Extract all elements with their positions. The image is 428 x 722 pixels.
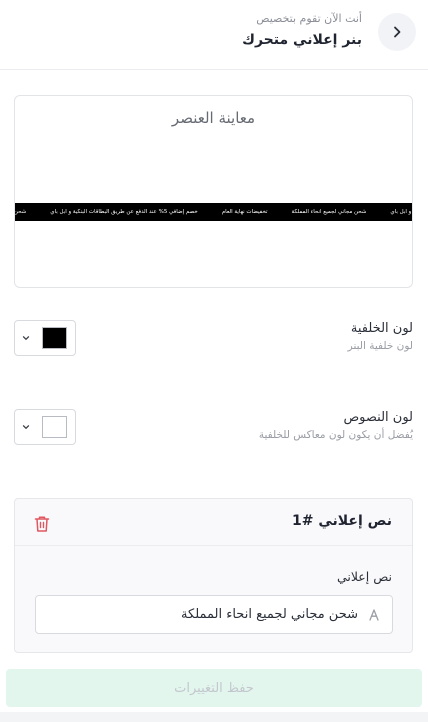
header-text: أنت الآن تقوم بتخصيص بنر إعلاني متحرك [242, 12, 362, 50]
background-color-label: لون الخلفية [350, 321, 413, 336]
ad-text-card: نص إعلاني #1 نص إعلاني [14, 498, 413, 653]
element-preview: معاينة العنصر اقات البنكية و ابل باي شحن… [14, 95, 413, 288]
banner-item: شحن مجاني لجميع انحاء المملكة [291, 209, 367, 215]
background-color-hint: لون خلفية البنر [347, 340, 413, 352]
banner-item: اقات البنكية و ابل باي [390, 209, 412, 215]
ad-text-input[interactable] [62, 596, 392, 633]
chevron-down-icon [15, 321, 37, 355]
banner-item: خصم إضافي 5% عند الدفع عن طريق البطاقات … [50, 209, 198, 215]
text-color-picker[interactable] [14, 409, 76, 445]
text-color-label-group: لون النصوص يُفضل أن يكون لون معاكس للخلف… [259, 409, 413, 443]
background-color-swatch [42, 327, 67, 349]
ad-text-field[interactable] [35, 595, 393, 634]
text-color-label: لون النصوص [343, 410, 413, 425]
trash-icon[interactable] [33, 514, 51, 534]
chevron-down-icon [15, 410, 37, 444]
top-header: أنت الآن تقوم بتخصيص بنر إعلاني متحرك [0, 0, 428, 70]
banner-item: شحن مجاني لجم [15, 209, 27, 215]
marquee-banner: اقات البنكية و ابل باي شحن مجاني لجميع ا… [15, 203, 412, 221]
ad-text-card-title: نص إعلاني #1 [292, 513, 392, 529]
banner-track: اقات البنكية و ابل باي شحن مجاني لجميع ا… [15, 203, 412, 221]
ad-text-field-label: نص إعلاني [336, 569, 392, 584]
bottom-strip [0, 712, 428, 722]
header-subtitle: أنت الآن تقوم بتخصيص [256, 12, 362, 25]
background-color-label-group: لون الخلفية لون خلفية البنر [348, 320, 413, 354]
text-color-swatch [42, 416, 67, 438]
banner-item: تخفيضات نهاية العام [221, 209, 268, 215]
background-color-picker[interactable] [14, 320, 76, 356]
preview-title: معاينة العنصر [171, 109, 256, 127]
header-title: بنر إعلاني متحرك [242, 32, 362, 48]
background-color-setting: لون الخلفية لون خلفية البنر [14, 320, 413, 360]
back-button[interactable] [378, 13, 416, 51]
save-changes-button[interactable]: حفظ التغييرات [6, 669, 422, 707]
ad-text-card-header: نص إعلاني #1 [15, 499, 412, 546]
text-color-hint: يُفضل أن يكون لون معاكس للخلفية [258, 429, 413, 441]
text-color-setting: لون النصوص يُفضل أن يكون لون معاكس للخلف… [14, 409, 413, 449]
chevron-right-icon [394, 26, 401, 38]
